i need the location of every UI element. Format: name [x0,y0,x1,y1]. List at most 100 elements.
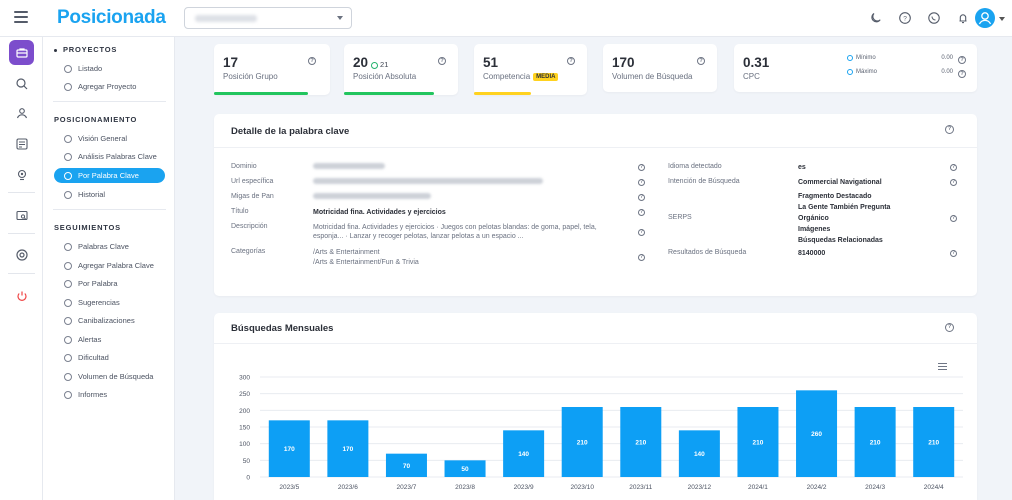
chevron-down-icon [337,16,343,20]
question-icon [64,298,72,307]
stat-label: Posición Absoluta [353,72,417,81]
menu-icon[interactable] [14,11,28,23]
row-categorias: Categorías /Arts & Entertainment /Arts &… [231,248,645,266]
help-icon[interactable]: ? [638,254,645,261]
sidebar-item-por-palabra-clave[interactable]: Por Palabra Clave [54,168,165,183]
sidebar-item-sugerencias[interactable]: Sugerencias [54,295,165,310]
site-select[interactable] [184,7,352,29]
stat-value: 170 [612,55,635,70]
help-icon[interactable]: ? [950,164,957,171]
x-tick-label: 2024/3 [865,484,885,491]
x-tick-label: 2023/7 [397,484,417,491]
avatar-chevron-icon[interactable] [999,17,1005,21]
sidebar-item-historial[interactable]: Historial [54,187,165,202]
help-icon[interactable]: ? [638,194,645,201]
dark-mode-icon[interactable] [869,11,883,25]
bar-data-label: 210 [577,440,588,447]
x-tick-label: 2024/4 [924,484,944,491]
stat-label: CPC [743,72,760,81]
bar-data-label: 210 [928,440,939,447]
row-url: Url específica ? [231,178,645,186]
help-icon[interactable]: ? [898,11,912,25]
detail-title: Detalle de la palabra clave [231,126,350,137]
sidebar-item-por-palabra[interactable]: Por Palabra [54,276,165,291]
rail-divider [8,273,35,274]
help-icon[interactable]: ? [638,179,645,186]
rail-divider [8,233,35,234]
help-icon[interactable]: ? [308,57,316,65]
sidebar-item-listado[interactable]: Listado [54,61,165,76]
whatsapp-icon[interactable] [927,11,941,25]
bar-data-label: 140 [518,451,529,458]
help-icon[interactable]: ? [638,164,645,171]
bell-icon[interactable] [956,11,970,25]
rail-settings-icon[interactable] [9,242,34,267]
row-resultados: Resultados de Búsqueda 8140000 ? [668,249,957,257]
help-icon[interactable]: ? [950,179,957,186]
svg-text:?: ? [903,15,907,22]
stat-card-volumen: 170 Volumen de Búsqueda ? [603,44,717,92]
card-divider [214,147,977,148]
cpc-min-row: Mínimo 0.00 [847,55,967,61]
rail-users-icon[interactable] [9,100,34,125]
analysis-icon [64,152,72,161]
sidebar-item-vision-general[interactable]: Visión General [54,131,165,146]
competition-badge: MEDIA [533,72,559,81]
y-tick-label: 100 [239,441,250,448]
rail-location-icon[interactable] [9,162,34,187]
row-descripcion: Descripción Motricidad fina. Actividades… [231,223,645,240]
sidebar-item-palabras-clave[interactable]: Palabras Clave [54,239,165,254]
list-icon [64,64,72,73]
y-tick-label: 0 [246,475,250,482]
rail-search-icon[interactable] [9,71,34,96]
radio-icon [847,55,853,61]
x-tick-label: 2023/12 [688,484,712,491]
gear-icon [64,316,72,325]
y-tick-label: 200 [239,408,250,415]
help-icon[interactable]: ? [950,250,957,257]
keywords-icon [64,242,72,251]
sidebar-item-agregar-palabra[interactable]: Agregar Palabra Clave [54,258,165,273]
avatar[interactable] [975,8,995,28]
check-icon [64,171,72,180]
sidebar-item-canibalizaciones[interactable]: Canibalizaciones [54,313,165,328]
sidebar-item-dificultad[interactable]: Dificultad [54,350,165,365]
site-select-value [195,15,257,22]
sidebar-item-alertas[interactable]: Alertas [54,332,165,347]
sidebar-item-analisis-palabras[interactable]: Análisis Palabras Clave [54,149,165,164]
sidebar-item-volumen[interactable]: Volumen de Búsqueda [54,369,165,384]
x-tick-label: 2023/6 [338,484,358,491]
help-icon[interactable]: ? [638,209,645,216]
sidebar-item-agregar-proyecto[interactable]: Agregar Proyecto [54,79,165,94]
help-icon[interactable]: ? [438,57,446,65]
rail-projects-icon[interactable] [9,40,34,65]
history-icon [64,190,72,199]
y-tick-label: 150 [239,425,250,432]
rail-divider [8,192,35,193]
help-icon[interactable]: ? [950,215,957,222]
y-tick-label: 250 [239,391,250,398]
help-icon[interactable]: ? [567,57,575,65]
stat-bar [214,92,308,95]
row-migas: Migas de Pan ? [231,193,645,201]
help-icon[interactable]: ? [945,125,954,134]
logo[interactable]: Posicionada [57,7,166,29]
x-tick-label: 2023/5 [279,484,299,491]
help-icon[interactable]: ? [958,70,966,78]
stat-bar [344,92,434,95]
help-icon[interactable]: ? [638,229,645,236]
bar-data-label: 50 [461,466,469,473]
sidebar-divider [53,209,166,210]
stat-card-absoluta: 20 21 Posición Absoluta ? [344,44,458,95]
rail-tasks-icon[interactable] [9,131,34,156]
bar-data-label: 170 [342,446,353,453]
help-icon[interactable]: ? [958,56,966,64]
sidebar-item-informes[interactable]: Informes [54,387,165,402]
help-icon[interactable]: ? [697,57,705,65]
alert-icon [64,335,72,344]
x-tick-label: 2024/2 [807,484,827,491]
rail-monitor-search-icon[interactable] [9,203,34,228]
rail-power-icon[interactable] [9,283,34,308]
cpc-max-row: Máximo 0.00 [847,69,967,75]
report-icon [64,390,72,399]
